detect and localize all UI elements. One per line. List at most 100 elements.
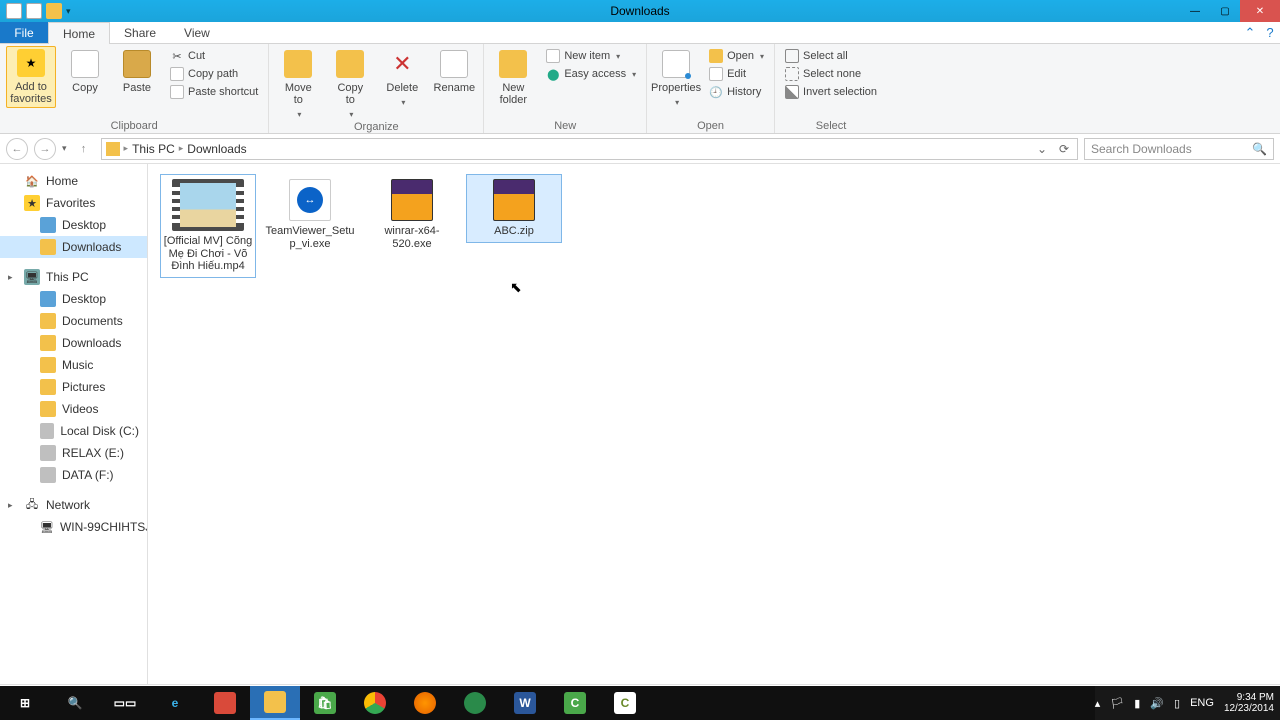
new-folder-button[interactable]: New folder xyxy=(490,46,536,106)
breadcrumb-this-pc[interactable]: This PC xyxy=(132,142,175,156)
paste-shortcut-button[interactable]: Paste shortcut xyxy=(166,84,262,100)
address-dropdown-icon[interactable]: ⌄ xyxy=(1033,142,1051,156)
nav-desktop[interactable]: Desktop xyxy=(0,214,147,236)
taskbar-firefox[interactable] xyxy=(400,686,450,720)
desktop-icon xyxy=(40,291,56,307)
up-button[interactable]: ↑ xyxy=(73,138,95,160)
volume-icon[interactable]: 🔊 xyxy=(1150,697,1164,710)
file-list[interactable]: [Official MV] Cõng Mẹ Đi Chơi - Võ Đình … xyxy=(148,164,1280,684)
new-folder-icon xyxy=(499,50,527,78)
copy-to-button[interactable]: Copy to ▾ xyxy=(327,46,373,119)
taskbar-explorer[interactable] xyxy=(250,686,300,720)
select-none-button[interactable]: Select none xyxy=(781,66,881,82)
move-to-button[interactable]: Move to ▾ xyxy=(275,46,321,119)
network-icon[interactable]: ▯ xyxy=(1174,697,1180,710)
nav-relax[interactable]: RELAX (E:) xyxy=(0,442,147,464)
nav-home[interactable]: 🏠Home xyxy=(0,170,147,192)
taskbar-store[interactable]: 🛍 xyxy=(300,686,350,720)
desktop-icon xyxy=(40,217,56,233)
recent-locations-icon[interactable]: ▾ xyxy=(62,143,67,154)
chevron-right-icon[interactable]: ▸ xyxy=(8,272,18,283)
file-tab[interactable]: File xyxy=(0,22,48,43)
downloads-icon xyxy=(40,239,56,255)
nav-local-disk[interactable]: Local Disk (C:) xyxy=(0,420,147,442)
pc-icon: 🖥 xyxy=(24,269,40,285)
help-icon[interactable]: ? xyxy=(1260,22,1280,43)
action-center-icon[interactable]: 🏳 xyxy=(1110,697,1124,710)
home-tab[interactable]: Home xyxy=(48,22,110,44)
taskbar-ie[interactable]: e xyxy=(150,686,200,720)
button-label: New folder xyxy=(500,82,528,106)
search-charm[interactable]: 🔍 xyxy=(50,686,100,720)
window-title: Downloads xyxy=(0,4,1280,18)
address-bar[interactable]: ▸ This PC ▸ Downloads ⌄ ⟳ xyxy=(101,138,1078,160)
tray-overflow-icon[interactable]: ▴ xyxy=(1095,697,1101,710)
nav-videos[interactable]: Videos xyxy=(0,398,147,420)
copy-button[interactable]: Copy xyxy=(62,46,108,94)
ribbon-minimize-icon[interactable]: ⌃ xyxy=(1240,22,1260,43)
easy-access-button[interactable]: ⬤Easy access▾ xyxy=(542,66,640,82)
paste-button[interactable]: Paste xyxy=(114,46,160,94)
chevron-down-icon: ▾ xyxy=(401,98,405,107)
file-item[interactable]: ABC.zip xyxy=(466,174,562,243)
file-item[interactable]: [Official MV] Cõng Mẹ Đi Chơi - Võ Đình … xyxy=(160,174,256,278)
taskbar-app[interactable]: C xyxy=(550,686,600,720)
nav-label: WIN-99CHIHTSJH xyxy=(60,520,148,534)
file-item[interactable]: ↔ TeamViewer_Setup_vi.exe xyxy=(262,174,358,255)
edit-button[interactable]: Edit xyxy=(705,66,768,82)
invert-selection-button[interactable]: Invert selection xyxy=(781,84,881,100)
nav-favorites[interactable]: ★Favorites xyxy=(0,192,147,214)
breadcrumb-downloads[interactable]: Downloads xyxy=(187,142,246,156)
camtasia-icon: C xyxy=(564,692,586,714)
language-indicator[interactable]: ENG xyxy=(1190,697,1214,709)
task-view[interactable]: ▭▭ xyxy=(100,686,150,720)
button-label: Add to favorites xyxy=(10,81,52,105)
invert-icon xyxy=(785,85,799,99)
taskbar-app[interactable]: C xyxy=(600,686,650,720)
refresh-button[interactable]: ⟳ xyxy=(1055,142,1073,156)
clock[interactable]: 9:34 PM 12/23/2014 xyxy=(1224,692,1274,714)
add-to-favorites-button[interactable]: ★ Add to favorites xyxy=(6,46,56,108)
nav-downloads-2[interactable]: Downloads xyxy=(0,332,147,354)
rename-button[interactable]: Rename xyxy=(431,46,477,94)
back-button[interactable]: ← xyxy=(6,138,28,160)
cut-button[interactable]: ✂Cut xyxy=(166,48,262,64)
view-tab[interactable]: View xyxy=(170,22,224,43)
search-box[interactable]: Search Downloads 🔍 xyxy=(1084,138,1274,160)
nav-data[interactable]: DATA (F:) xyxy=(0,464,147,486)
clock-date: 12/23/2014 xyxy=(1224,703,1274,714)
select-all-button[interactable]: Select all xyxy=(781,48,881,64)
ribbon: ★ Add to favorites Copy Paste ✂Cut Copy … xyxy=(0,44,1280,134)
copy-path-button[interactable]: Copy path xyxy=(166,66,262,82)
properties-button[interactable]: Properties ▾ xyxy=(653,46,699,107)
edit-icon xyxy=(709,67,723,81)
open-button[interactable]: Open▾ xyxy=(705,48,768,64)
start-button[interactable]: ⊞ xyxy=(0,686,50,720)
nav-desktop-2[interactable]: Desktop xyxy=(0,288,147,310)
share-tab[interactable]: Share xyxy=(110,22,170,43)
ribbon-group-new: New folder New item▾ ⬤Easy access▾ New xyxy=(484,44,647,133)
nav-network[interactable]: ▸🖧Network xyxy=(0,494,147,516)
nav-music[interactable]: Music xyxy=(0,354,147,376)
forward-button[interactable]: → xyxy=(34,138,56,160)
system-tray: ▴ 🏳 ▮ 🔊 ▯ ENG 9:34 PM 12/23/2014 xyxy=(1095,686,1280,720)
taskbar-app[interactable] xyxy=(450,686,500,720)
battery-icon[interactable]: ▮ xyxy=(1134,697,1140,710)
search-icon: 🔍 xyxy=(64,692,86,714)
nav-downloads[interactable]: Downloads xyxy=(0,236,147,258)
file-name: winrar-x64-520.exe xyxy=(367,225,457,250)
nav-this-pc[interactable]: ▸🖥This PC xyxy=(0,266,147,288)
taskbar-word[interactable]: W xyxy=(500,686,550,720)
nav-network-node[interactable]: 🖥WIN-99CHIHTSJH xyxy=(0,516,147,538)
taskbar-app[interactable] xyxy=(200,686,250,720)
chevron-down-icon: ▾ xyxy=(760,52,764,61)
delete-button[interactable]: ✕ Delete ▾ xyxy=(379,46,425,107)
new-item-button[interactable]: New item▾ xyxy=(542,48,640,64)
history-button[interactable]: 🕘History xyxy=(705,84,768,100)
chevron-right-icon[interactable]: ▸ xyxy=(8,500,18,511)
file-item[interactable]: winrar-x64-520.exe xyxy=(364,174,460,255)
nav-pictures[interactable]: Pictures xyxy=(0,376,147,398)
nav-documents[interactable]: Documents xyxy=(0,310,147,332)
ribbon-group-open: Properties ▾ Open▾ Edit 🕘History Open xyxy=(647,44,775,133)
taskbar-chrome[interactable] xyxy=(350,686,400,720)
